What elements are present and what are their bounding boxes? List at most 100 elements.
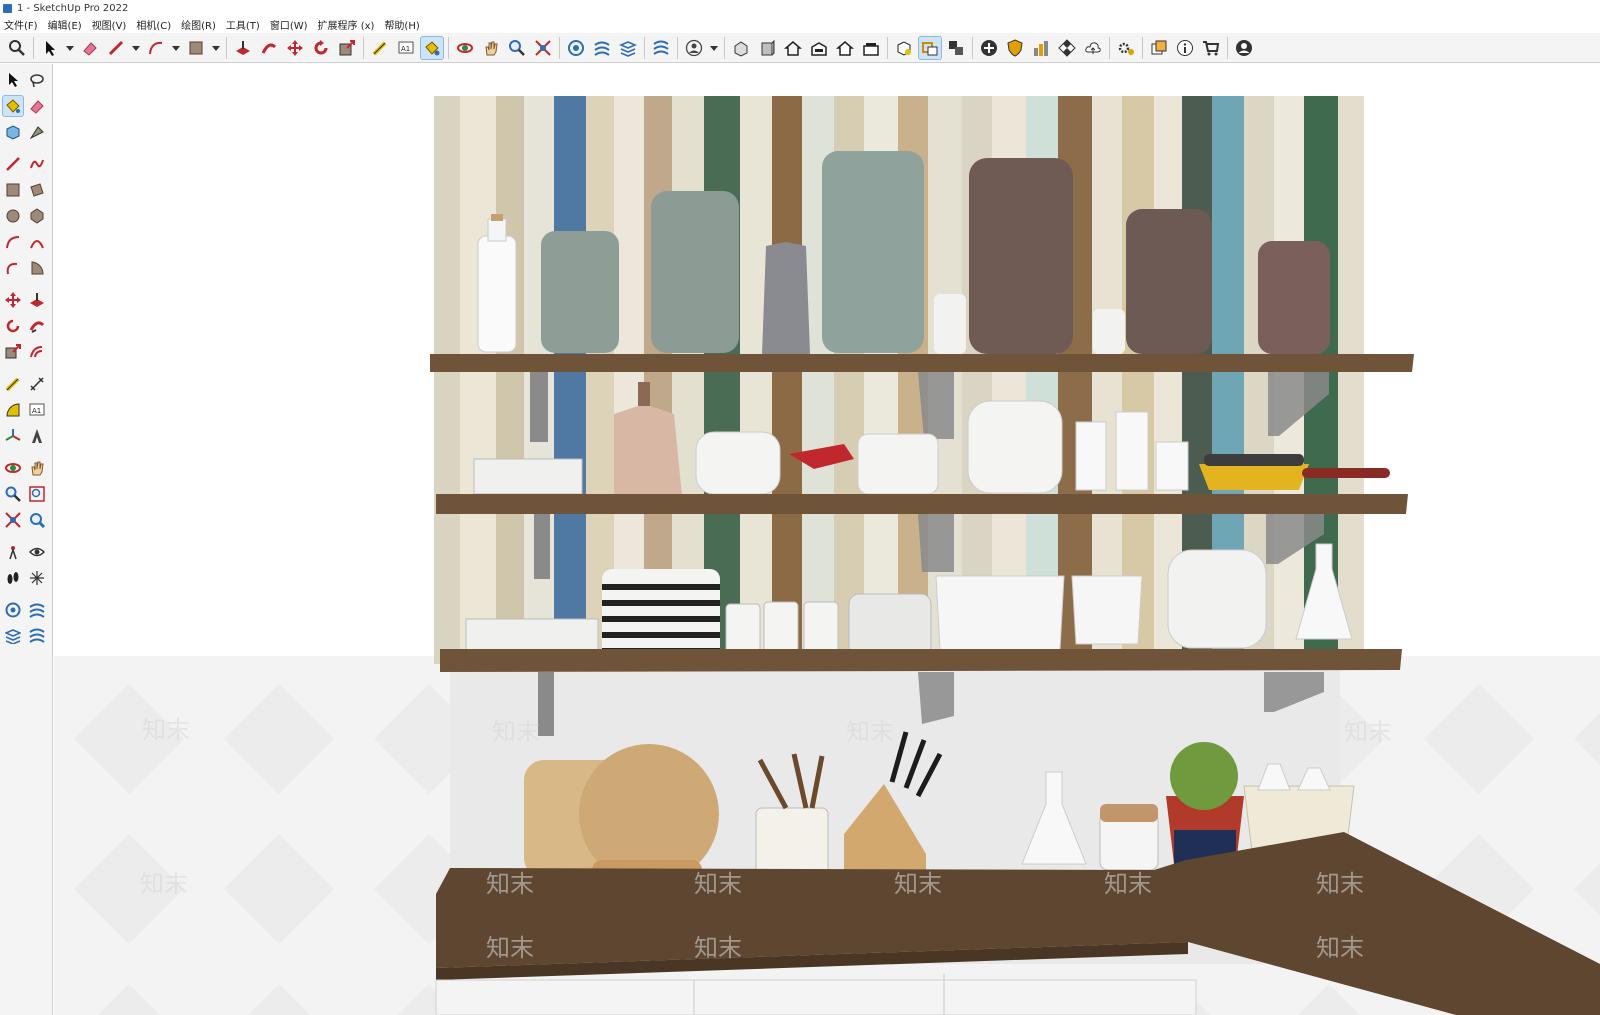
lasso-select-icon[interactable] <box>27 70 47 90</box>
extension-warehouse-icon[interactable] <box>27 600 47 620</box>
offset-icon[interactable] <box>27 342 47 362</box>
push-pull-icon[interactable] <box>27 290 47 310</box>
rotate-icon[interactable] <box>3 316 23 336</box>
warehouse-icon[interactable] <box>565 37 587 59</box>
components-icon[interactable] <box>893 37 915 59</box>
walk-footprints-icon[interactable] <box>3 568 23 588</box>
follow-me-icon[interactable] <box>258 37 280 59</box>
scale-icon[interactable] <box>336 37 358 59</box>
info-icon[interactable] <box>1174 37 1196 59</box>
orbit-icon[interactable] <box>454 37 476 59</box>
profile-icon[interactable] <box>1233 37 1255 59</box>
checker-pattern-icon[interactable] <box>1056 37 1078 59</box>
menu-view[interactable]: 视图(V) <box>88 17 133 32</box>
right-view-icon[interactable] <box>808 37 830 59</box>
cloud-upload-icon[interactable] <box>1082 37 1104 59</box>
make-component-icon[interactable] <box>3 122 23 142</box>
three-point-arc-icon[interactable] <box>3 258 23 278</box>
polygon-icon[interactable] <box>27 206 47 226</box>
svg-text:知末: 知末 <box>1344 718 1392 746</box>
rectangle-icon[interactable] <box>3 180 23 200</box>
iso-view-icon[interactable] <box>730 37 752 59</box>
select-arrow-icon[interactable] <box>3 70 23 90</box>
layer-stack-icon[interactable] <box>617 37 639 59</box>
arc-icon[interactable] <box>3 232 23 252</box>
chevron-down-icon[interactable] <box>131 37 141 59</box>
menu-help[interactable]: 帮助(H) <box>380 17 425 32</box>
zoom-extents-icon[interactable] <box>532 37 554 59</box>
text-tool-icon[interactable]: A1 <box>27 400 47 420</box>
push-pull-icon[interactable] <box>232 37 254 59</box>
pan-hand-icon[interactable] <box>480 37 502 59</box>
dimension-icon[interactable] <box>27 374 47 394</box>
rotated-rectangle-icon[interactable] <box>27 180 47 200</box>
shopping-cart-icon[interactable] <box>1200 37 1222 59</box>
layer-stack-icon[interactable] <box>3 626 23 646</box>
back-view-icon[interactable] <box>834 37 856 59</box>
chevron-down-icon[interactable] <box>709 37 719 59</box>
extension-warehouse-icon[interactable] <box>591 37 613 59</box>
pencil-line-icon[interactable] <box>3 154 23 174</box>
previous-view-icon[interactable] <box>27 510 47 530</box>
settings-gear-icon[interactable] <box>1115 37 1137 59</box>
circle-icon[interactable] <box>3 206 23 226</box>
add-circle-icon[interactable] <box>978 37 1000 59</box>
zoom-window-icon[interactable] <box>27 484 47 504</box>
3d-text-icon[interactable] <box>27 426 47 446</box>
chevron-down-icon[interactable] <box>171 37 181 59</box>
pie-icon[interactable] <box>27 258 47 278</box>
pencil-line-icon[interactable] <box>105 37 127 59</box>
building-chart-icon[interactable] <box>1030 37 1052 59</box>
top-view-icon[interactable] <box>756 37 778 59</box>
menu-camera[interactable]: 相机(C) <box>132 17 177 32</box>
two-point-arc-icon[interactable] <box>27 232 47 252</box>
eraser-icon[interactable] <box>27 96 47 116</box>
shield-icon[interactable] <box>1004 37 1026 59</box>
rotate-icon[interactable] <box>310 37 332 59</box>
pan-hand-icon[interactable] <box>27 458 47 478</box>
select-arrow-icon[interactable] <box>39 37 61 59</box>
scenes-icon[interactable] <box>945 37 967 59</box>
menu-window[interactable]: 窗口(W) <box>266 17 314 32</box>
chevron-down-icon[interactable] <box>65 37 75 59</box>
menu-draw[interactable]: 绘图(R) <box>177 17 222 32</box>
tape-measure-icon[interactable] <box>3 374 23 394</box>
zoom-icon[interactable] <box>506 37 528 59</box>
scale-icon[interactable] <box>3 342 23 362</box>
look-around-eye-icon[interactable] <box>27 542 47 562</box>
zoom-icon[interactable] <box>3 484 23 504</box>
text-tool-icon[interactable]: A1 <box>395 37 417 59</box>
follow-me-icon[interactable] <box>27 316 47 336</box>
user-account-icon[interactable] <box>683 37 705 59</box>
extension-manager-icon[interactable] <box>650 37 672 59</box>
paint-bucket-icon[interactable] <box>420 35 444 60</box>
search-icon[interactable] <box>6 37 28 59</box>
menu-tools[interactable]: 工具(T) <box>222 17 266 32</box>
arc-icon[interactable] <box>145 37 167 59</box>
menu-extensions[interactable]: 扩展程序 (x) <box>314 17 381 32</box>
orbit-icon[interactable] <box>3 458 23 478</box>
freehand-icon[interactable] <box>27 154 47 174</box>
position-camera-icon[interactable] <box>3 542 23 562</box>
tag-tool-icon[interactable] <box>27 122 47 142</box>
eraser-icon[interactable] <box>79 37 101 59</box>
chevron-down-icon[interactable] <box>211 37 221 59</box>
extension-manager-icon[interactable] <box>27 626 47 646</box>
axes-icon[interactable] <box>3 426 23 446</box>
left-view-icon[interactable] <box>860 37 882 59</box>
section-plane-icon[interactable] <box>918 35 942 60</box>
paint-bucket-icon[interactable] <box>2 95 24 117</box>
move-icon[interactable] <box>3 290 23 310</box>
tape-measure-icon[interactable] <box>369 37 391 59</box>
warehouse-icon[interactable] <box>3 600 23 620</box>
protractor-icon[interactable] <box>3 400 23 420</box>
front-view-icon[interactable] <box>782 37 804 59</box>
rectangle-icon[interactable] <box>185 37 207 59</box>
zoom-extents-icon[interactable] <box>3 510 23 530</box>
section-plane-icon[interactable] <box>27 568 47 588</box>
model-viewport[interactable]: 知末 知末 知末 知末 知末 知末 知末 知末 知末 知末 知末 知末 知末 <box>54 64 1600 1015</box>
menu-edit[interactable]: 编辑(E) <box>44 17 88 32</box>
menu-file[interactable]: 文件(F) <box>0 17 44 32</box>
window-panels-icon[interactable] <box>1148 37 1170 59</box>
move-icon[interactable] <box>284 37 306 59</box>
